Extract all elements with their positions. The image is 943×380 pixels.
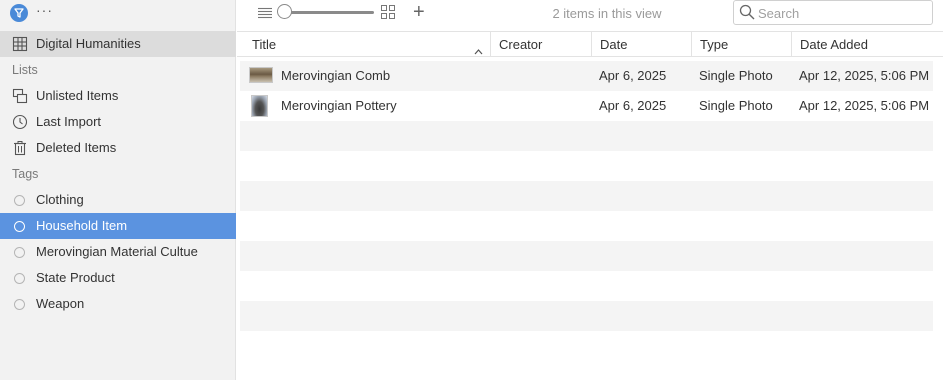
thumbnail-size-slider[interactable] — [284, 11, 374, 14]
column-header-creator[interactable]: Creator — [490, 32, 591, 57]
sidebar-item-label: Household Item — [36, 218, 128, 233]
sidebar-item-label: Last Import — [36, 114, 102, 129]
item-count-label: 2 items in this view — [552, 6, 662, 21]
empty-row — [240, 271, 933, 301]
clock-icon — [12, 114, 28, 130]
lists-header: Lists — [12, 63, 38, 77]
tags-header: Tags — [12, 167, 39, 181]
sidebar-tag-state-product[interactable]: State Product — [0, 265, 236, 291]
column-header-type[interactable]: Type — [691, 32, 791, 57]
column-header-label: Type — [700, 37, 729, 52]
cell-title: Merovingian Pottery — [281, 98, 397, 113]
column-header-label: Creator — [499, 37, 543, 52]
column-header-date-added[interactable]: Date Added — [791, 32, 943, 57]
empty-row — [240, 211, 933, 241]
tag-circle-icon — [14, 221, 25, 232]
sidebar-tag-weapon[interactable]: Weapon — [0, 291, 236, 317]
sidebar-item-last-import[interactable]: Last Import — [0, 109, 236, 135]
sidebar-item-label: Clothing — [36, 192, 84, 207]
sidebar-item-label: Deleted Items — [36, 140, 117, 155]
tag-circle-icon — [14, 299, 25, 310]
trash-icon — [12, 140, 28, 156]
cell-date: Apr 6, 2025 — [599, 68, 667, 83]
toolbar: + 2 items in this view — [237, 0, 943, 32]
add-item-button[interactable]: + — [413, 2, 425, 22]
sidebar-item-label: Merovingian Material Cultue — [36, 244, 198, 259]
table-row[interactable]: Merovingian Pottery Apr 6, 2025 Single P… — [240, 91, 933, 121]
grid-view-icon[interactable] — [381, 5, 395, 19]
cell-type: Single Photo — [699, 68, 773, 83]
empty-row — [240, 331, 933, 350]
tag-circle-icon — [14, 247, 25, 258]
search-icon — [739, 4, 755, 20]
cell-date: Apr 6, 2025 — [599, 98, 667, 113]
sidebar-item-deleted-items[interactable]: Deleted Items — [0, 135, 236, 161]
library-icon — [12, 36, 28, 52]
more-options-button[interactable]: ··· — [36, 3, 53, 17]
empty-row — [240, 181, 933, 211]
table-header: Title Creator Date Type Date Added — [237, 32, 943, 57]
sidebar-top-bar: ··· — [0, 0, 235, 26]
cell-date-added: Apr 12, 2025, 5:06 PM — [799, 98, 930, 113]
search-box[interactable] — [733, 0, 933, 25]
sidebar-tag-household-item[interactable]: Household Item — [0, 213, 236, 239]
sidebar-item-library[interactable]: Digital Humanities — [0, 31, 236, 57]
column-header-date[interactable]: Date — [591, 32, 691, 57]
column-header-label: Date Added — [800, 37, 868, 52]
sidebar-item-label: Unlisted Items — [36, 88, 119, 103]
list-view-icon[interactable] — [258, 7, 272, 19]
sidebar-item-unlisted-items[interactable]: Unlisted Items — [0, 83, 236, 109]
empty-row — [240, 121, 933, 151]
table-row[interactable]: Merovingian Comb Apr 6, 2025 Single Phot… — [240, 61, 933, 91]
search-input[interactable] — [758, 3, 928, 23]
cell-title: Merovingian Comb — [281, 68, 391, 83]
sidebar-item-label: State Product — [36, 270, 115, 285]
empty-row — [240, 241, 933, 271]
cell-type: Single Photo — [699, 98, 773, 113]
sidebar: ··· Digital Humanities Lists Unlisted It… — [0, 0, 236, 380]
sidebar-item-label: Weapon — [36, 296, 85, 311]
empty-row — [240, 151, 933, 181]
tag-circle-icon — [14, 195, 25, 206]
slider-handle[interactable] — [277, 4, 292, 19]
item-thumbnail — [249, 67, 273, 83]
item-thumbnail — [251, 95, 268, 117]
sidebar-item-label: Digital Humanities — [36, 36, 141, 51]
sidebar-tag-clothing[interactable]: Clothing — [0, 187, 236, 213]
column-header-label: Title — [252, 37, 277, 52]
unlisted-items-icon — [12, 88, 28, 104]
empty-row — [240, 301, 933, 331]
sidebar-tag-merovingian-material-cultue[interactable]: Merovingian Material Cultue — [0, 239, 236, 265]
tag-circle-icon — [14, 273, 25, 284]
column-header-title[interactable]: Title — [237, 32, 490, 57]
column-header-label: Date — [600, 37, 628, 52]
items-table: Merovingian Comb Apr 6, 2025 Single Phot… — [240, 61, 933, 350]
app-menu-icon[interactable] — [10, 4, 28, 22]
cell-date-added: Apr 12, 2025, 5:06 PM — [799, 68, 930, 83]
